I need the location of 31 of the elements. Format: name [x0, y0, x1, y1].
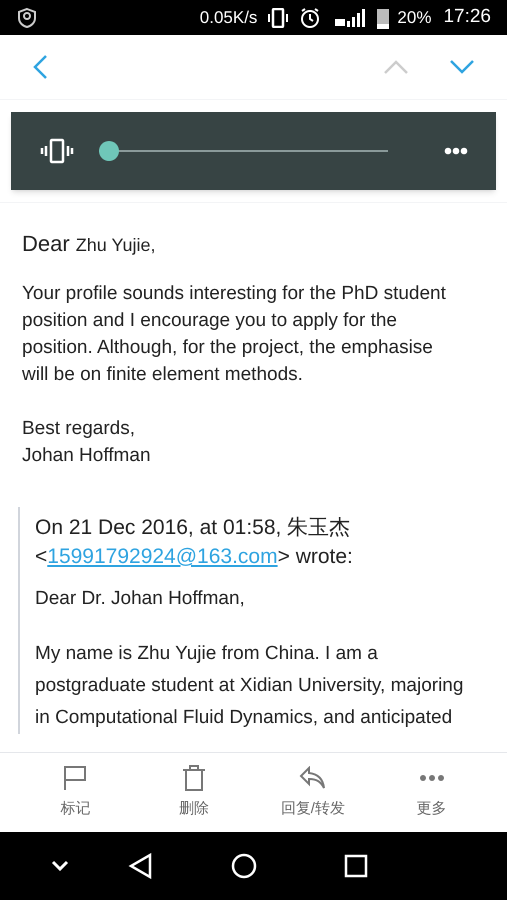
signature-line: Johan Hoffman: [22, 444, 152, 468]
signal-icon: [333, 6, 366, 28]
network-speed: 0.05K/s: [200, 6, 258, 29]
greeting: Dear Zhu Yujie,: [22, 230, 157, 258]
more-icon: [418, 774, 445, 782]
chevron-icon[interactable]: [50, 860, 70, 872]
more-icon[interactable]: [444, 147, 468, 155]
alarm-icon: [299, 6, 322, 28]
flag-icon: [63, 765, 88, 792]
battery-icon: [377, 6, 390, 28]
reply-icon: [298, 766, 327, 790]
signature-line: Best regards,: [22, 417, 136, 441]
down-icon[interactable]: [449, 59, 475, 75]
toolbar-button[interactable]: 回复/转发: [258, 764, 368, 821]
seek-thumb[interactable]: [99, 141, 119, 161]
toolbar-button[interactable]: 更多: [376, 764, 487, 821]
battery-percent: 20%: [397, 6, 432, 29]
toolbar-button[interactable]: 标记: [20, 764, 130, 821]
trash-icon: [182, 765, 206, 792]
recents-icon[interactable]: [344, 854, 368, 878]
vibrate-icon[interactable]: [39, 138, 75, 164]
quoted-paragraph: My name is Zhu Yujie from China. I am a postgraduate student at Xidian University, majoring in Computational Fluid Dynamics, and anticipated: [35, 642, 464, 730]
shield-icon: [16, 6, 38, 28]
seek-track[interactable]: [99, 141, 388, 161]
toolbar-button[interactable]: 删除: [139, 764, 250, 821]
clock: 17:26: [443, 5, 491, 30]
back-icon[interactable]: [128, 852, 154, 880]
quote-header: On 21 Dec 2016, at 01:58, 朱玉杰 <15991792924@163.com> wrote:: [35, 515, 354, 570]
quoted-paragraph: Dear Dr. Johan Hoffman,: [35, 587, 246, 611]
message-paragraph: Your profile sounds interesting for the PhD student position and I encourage you to apply for the position. Although, for the project, the emphasise will be on finite element methods.: [22, 282, 447, 387]
home-icon[interactable]: [230, 852, 258, 880]
